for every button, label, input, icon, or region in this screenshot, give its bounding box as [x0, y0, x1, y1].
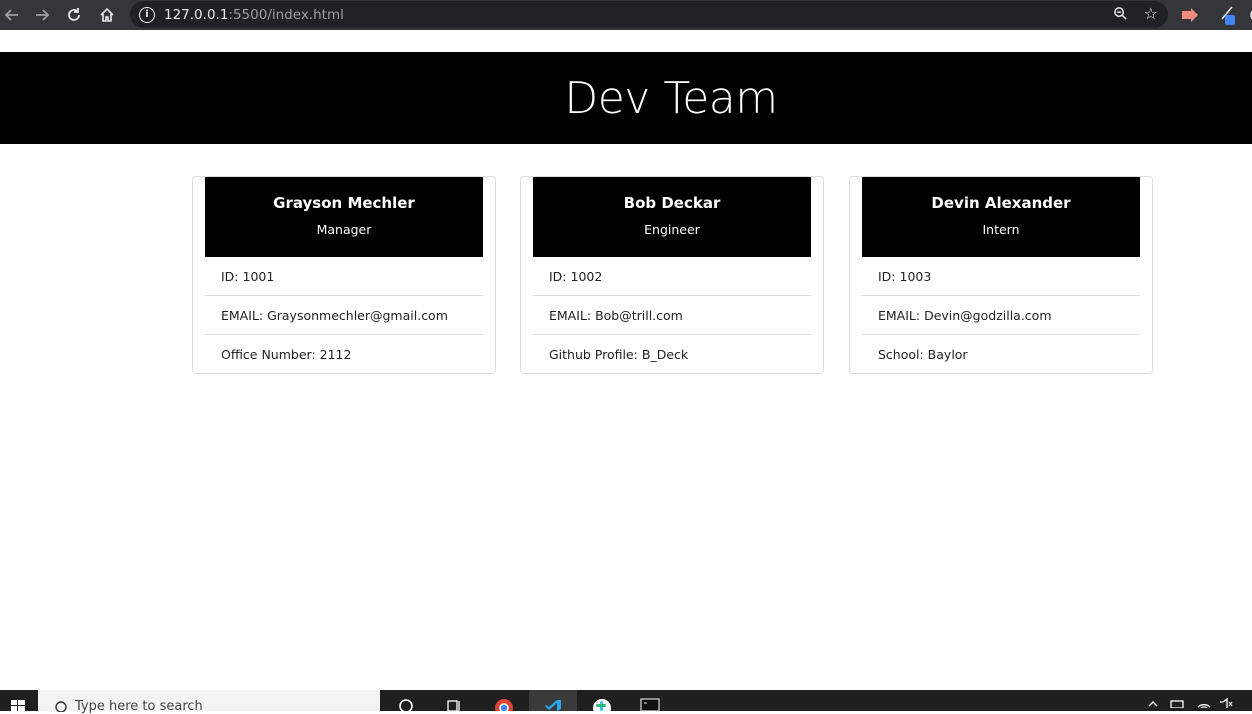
card-header: Grayson Mechler Manager — [205, 177, 483, 257]
taskbar-search-box[interactable]: Type here to search — [38, 690, 380, 714]
employee-role: Engineer — [644, 222, 700, 237]
terminal-icon[interactable] — [626, 690, 674, 711]
vscode-icon[interactable] — [529, 690, 577, 711]
back-icon[interactable] — [0, 3, 24, 27]
cortana-icon[interactable] — [382, 690, 430, 711]
browser-toolbar: i 127.0.0.1:5500/index.html ☆ — [0, 0, 1252, 30]
employee-school: School: Baylor — [878, 347, 968, 362]
url-host: 127.0.0.1 — [164, 6, 229, 23]
extension-icon[interactable] — [1180, 5, 1200, 25]
employee-id: ID: 1001 — [205, 257, 483, 296]
employee-email: EMAIL: Devin@godzilla.com — [862, 296, 1140, 335]
taskbar-search-placeholder: Type here to search — [75, 699, 203, 714]
wifi-icon[interactable] — [1192, 690, 1216, 711]
employee-name: Devin Alexander — [931, 194, 1071, 212]
show-hidden-icons-icon[interactable] — [1140, 690, 1166, 711]
card-details-list: ID: 1002 EMAIL: Bob@trill.com Github Pro… — [533, 257, 811, 374]
search-icon — [55, 701, 67, 712]
employee-email: EMAIL: Bob@trill.com — [533, 296, 811, 335]
employee-role: Manager — [316, 222, 372, 237]
url-path: :5500/index.html — [228, 6, 344, 23]
zoom-icon[interactable] — [1113, 6, 1128, 25]
taskbar: Type here to search — [0, 690, 1252, 714]
profile-icon[interactable] — [1244, 5, 1252, 25]
site-info-icon[interactable]: i — [139, 6, 155, 23]
page-title: Dev Team — [564, 72, 778, 124]
url-text: 127.0.0.1:5500/index.html — [164, 7, 344, 23]
task-view-icon[interactable] — [430, 690, 478, 711]
forward-icon[interactable] — [30, 3, 54, 27]
employee-card-intern: Devin Alexander Intern ID: 1003 EMAIL: D… — [849, 176, 1153, 374]
battery-icon[interactable] — [1166, 690, 1190, 711]
reload-icon[interactable] — [62, 3, 86, 27]
card-details-list: ID: 1003 EMAIL: Devin@godzilla.com Schoo… — [862, 257, 1140, 374]
employee-name: Bob Deckar — [623, 194, 721, 212]
employee-card-engineer: Bob Deckar Engineer ID: 1002 EMAIL: Bob@… — [520, 176, 824, 374]
employee-office-number: Office Number: 2112 — [221, 347, 352, 362]
card-details-list: ID: 1001 EMAIL: Graysonmechler@gmail.com… — [205, 257, 483, 374]
windows-start-icon[interactable] — [0, 690, 36, 711]
employee-name: Grayson Mechler — [273, 194, 415, 212]
card-header: Devin Alexander Intern — [862, 177, 1140, 257]
page-header: Dev Team — [0, 52, 1252, 144]
page-content: Dev Team Grayson Mechler Manager ID: 100… — [0, 32, 1252, 690]
card-header: Bob Deckar Engineer — [533, 177, 811, 257]
employee-email: EMAIL: Graysonmechler@gmail.com — [205, 296, 483, 335]
employee-github: Github Profile: B_Deck — [549, 347, 689, 362]
slack-icon[interactable] — [578, 690, 626, 711]
bookmark-star-icon[interactable]: ☆ — [1144, 4, 1158, 23]
extension-icon-2[interactable] — [1218, 5, 1238, 25]
employee-role: Intern — [982, 222, 1020, 237]
employee-card-manager: Grayson Mechler Manager ID: 1001 EMAIL: … — [192, 176, 496, 374]
home-icon[interactable] — [95, 3, 119, 27]
volume-icon[interactable] — [1214, 690, 1238, 711]
employee-id: ID: 1003 — [862, 257, 1140, 296]
chrome-icon[interactable] — [480, 690, 528, 711]
employee-id: ID: 1002 — [533, 257, 811, 296]
address-bar[interactable]: i 127.0.0.1:5500/index.html ☆ — [130, 1, 1168, 28]
